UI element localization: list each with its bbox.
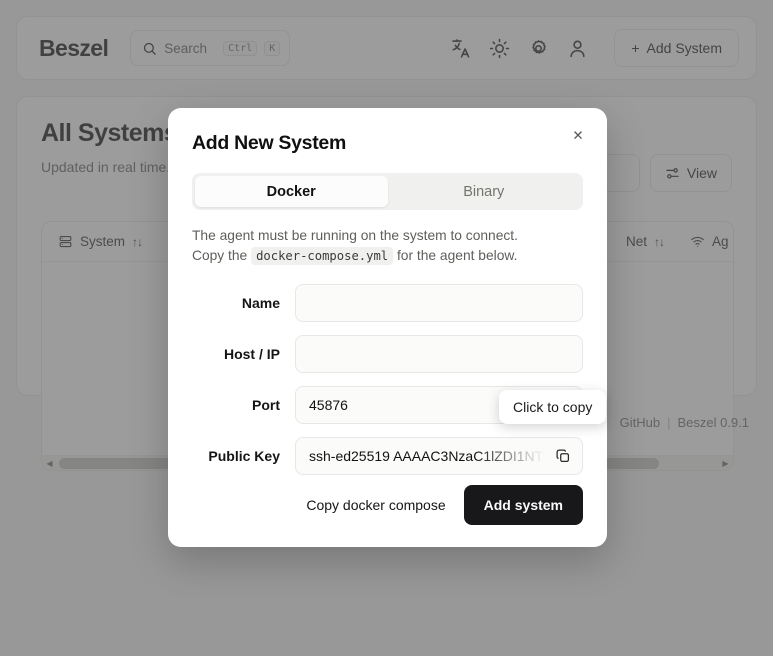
add-system-dialog: Add New System ✕ Docker Binary The agent… — [168, 108, 607, 547]
label-public-key: Public Key — [208, 448, 280, 464]
tab-binary[interactable]: Binary — [388, 176, 581, 207]
dialog-title: Add New System — [192, 132, 347, 154]
label-port: Port — [252, 397, 280, 413]
docker-compose-code: docker-compose.yml — [251, 247, 394, 265]
host-ip-input[interactable] — [295, 335, 583, 373]
copy-docker-compose-button[interactable]: Copy docker compose — [306, 497, 445, 513]
description-line-1: The agent must be running on the system … — [192, 228, 518, 243]
dialog-actions: Copy docker compose Add system — [306, 485, 583, 525]
form-row-public-key: Public Key ssh-ed25519 AAAAC3NzaC1lZDI1N… — [192, 437, 583, 475]
public-key-input[interactable]: ssh-ed25519 AAAAC3NzaC1lZDI1NTE5 — [295, 437, 583, 475]
name-input[interactable] — [295, 284, 583, 322]
description-suffix: for the agent below. — [393, 248, 518, 263]
public-key-value: ssh-ed25519 AAAAC3NzaC1lZDI1NTE5 — [309, 448, 561, 464]
add-system-form: Name Host / IP Port 45876 Public Key ssh… — [192, 284, 583, 475]
description-line-2: Copy the docker-compose.yml for the agen… — [192, 246, 583, 266]
port-input-value: 45876 — [309, 397, 348, 413]
dialog-tabs: Docker Binary — [192, 173, 583, 210]
copy-icon[interactable] — [555, 448, 571, 464]
form-row-host: Host / IP — [192, 335, 583, 373]
add-system-submit-button[interactable]: Add system — [463, 485, 583, 525]
label-name: Name — [241, 295, 280, 311]
label-host-ip: Host / IP — [223, 346, 280, 362]
description-prefix: Copy the — [192, 248, 252, 263]
copy-tooltip: Click to copy — [499, 390, 607, 424]
dialog-description: The agent must be running on the system … — [192, 226, 583, 266]
tab-docker[interactable]: Docker — [195, 176, 388, 207]
close-icon[interactable]: ✕ — [567, 125, 589, 147]
form-row-name: Name — [192, 284, 583, 322]
